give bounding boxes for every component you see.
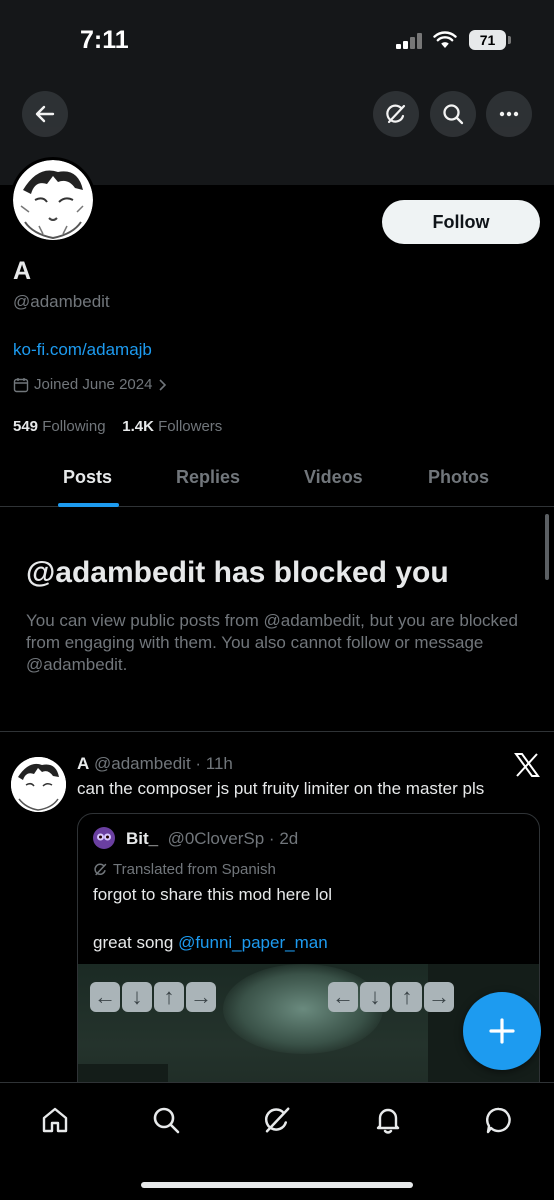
arrow-left-note-icon: ← xyxy=(90,982,120,1012)
scrollbar[interactable] xyxy=(545,514,549,580)
quote-header: Bit_ @0CloverSp · 2d xyxy=(126,829,298,849)
follow-stats: 549 Following 1.4K Followers xyxy=(13,418,222,435)
nav-home[interactable] xyxy=(38,1103,72,1137)
arrow-left-icon xyxy=(35,105,55,123)
battery-indicator: 71 xyxy=(469,30,506,50)
profile-display-name: A xyxy=(13,257,32,285)
followers-label: Followers xyxy=(158,418,223,435)
search-icon xyxy=(153,1107,180,1134)
profile-handle: @adambedit xyxy=(13,292,110,311)
status-time: 7:11 xyxy=(80,26,129,54)
blocked-description: You can view public posts from @adambedi… xyxy=(26,611,518,674)
follow-button[interactable]: Follow xyxy=(382,200,540,244)
x-logo-icon xyxy=(514,753,540,777)
chevron-right-icon xyxy=(159,378,167,391)
arrow-left-note-icon: ← xyxy=(328,982,358,1012)
back-button[interactable] xyxy=(22,91,68,137)
arrow-right-note-icon: → xyxy=(186,982,216,1012)
profile-joined-date[interactable]: Joined June 2024 xyxy=(13,376,169,393)
more-horizontal-icon xyxy=(499,111,519,117)
status-bar: 7:11 71 xyxy=(0,0,554,80)
nav-grok[interactable] xyxy=(260,1103,294,1137)
translated-label: Translated from Spanish xyxy=(113,861,276,878)
followers-count: 1.4K xyxy=(122,418,154,435)
calendar-icon xyxy=(13,377,29,392)
media-arrows-right: ← ↓ ↑ → xyxy=(328,982,454,1012)
tweet-author-avatar[interactable] xyxy=(11,757,66,812)
battery-tip xyxy=(508,36,511,44)
wifi-icon xyxy=(433,31,457,48)
section-divider xyxy=(0,731,554,732)
quote-author-name[interactable]: Bit_ xyxy=(126,829,158,848)
following-label: Following xyxy=(42,418,106,435)
search-button[interactable] xyxy=(430,91,476,137)
grok-icon xyxy=(94,863,107,876)
arrow-right-note-icon: → xyxy=(424,982,454,1012)
compose-post-button[interactable] xyxy=(463,992,541,1070)
grok-button[interactable] xyxy=(373,91,419,137)
arrow-down-note-icon: ↓ xyxy=(122,982,152,1012)
tweet-author-name[interactable]: A xyxy=(77,754,89,773)
tab-photos[interactable]: Photos xyxy=(428,467,489,488)
profile-website-link[interactable]: ko-fi.com/adamajb xyxy=(13,340,152,360)
tweet-text: can the composer js put fruity limiter o… xyxy=(77,779,485,798)
grok-icon xyxy=(386,104,406,124)
search-icon xyxy=(443,104,464,125)
arrow-up-note-icon: ↑ xyxy=(154,982,184,1012)
cellular-signal-icon xyxy=(396,33,424,49)
quote-text-line2: great song @funni_paper_man xyxy=(93,933,328,953)
quote-mention-link[interactable]: @funni_paper_man xyxy=(178,933,328,952)
nav-search[interactable] xyxy=(149,1103,183,1137)
following-link[interactable]: 549 Following xyxy=(13,418,106,435)
translated-notice: Translated from Spanish xyxy=(93,861,276,878)
tweet-header: A @adambedit · 11h xyxy=(77,754,233,774)
quote-handle-time: @0CloverSp · 2d xyxy=(167,829,299,848)
followers-link[interactable]: 1.4K Followers xyxy=(122,418,222,435)
notifications-icon xyxy=(376,1108,400,1134)
tab-posts[interactable]: Posts xyxy=(63,467,112,488)
nav-notifications[interactable] xyxy=(371,1103,405,1137)
home-icon xyxy=(42,1107,68,1133)
quote-text-prefix: great song xyxy=(93,933,179,952)
nav-messages[interactable] xyxy=(482,1103,516,1137)
profile-avatar[interactable] xyxy=(10,157,96,243)
quote-author-avatar[interactable] xyxy=(93,827,115,849)
arrow-down-note-icon: ↓ xyxy=(360,982,390,1012)
messages-icon xyxy=(486,1107,511,1134)
tab-replies[interactable]: Replies xyxy=(176,467,240,488)
tab-videos[interactable]: Videos xyxy=(304,467,363,488)
blocked-title: @adambedit has blocked you xyxy=(26,556,449,589)
joined-label: Joined June 2024 xyxy=(34,376,153,393)
more-button[interactable] xyxy=(486,91,532,137)
plus-icon xyxy=(489,1018,515,1044)
tweet-handle-time: @adambedit · 11h xyxy=(94,754,233,773)
avatar-image xyxy=(13,160,93,240)
active-tab-indicator xyxy=(58,503,119,507)
quote-text-line1: forgot to share this mod here lol xyxy=(93,885,333,904)
profile-tabs: Posts Replies Videos Photos xyxy=(0,455,554,507)
following-count: 549 xyxy=(13,418,39,435)
home-indicator[interactable] xyxy=(141,1182,413,1188)
media-arrows-left: ← ↓ ↑ → xyxy=(90,982,216,1012)
grok-icon xyxy=(264,1107,290,1133)
arrow-up-note-icon: ↑ xyxy=(392,982,422,1012)
